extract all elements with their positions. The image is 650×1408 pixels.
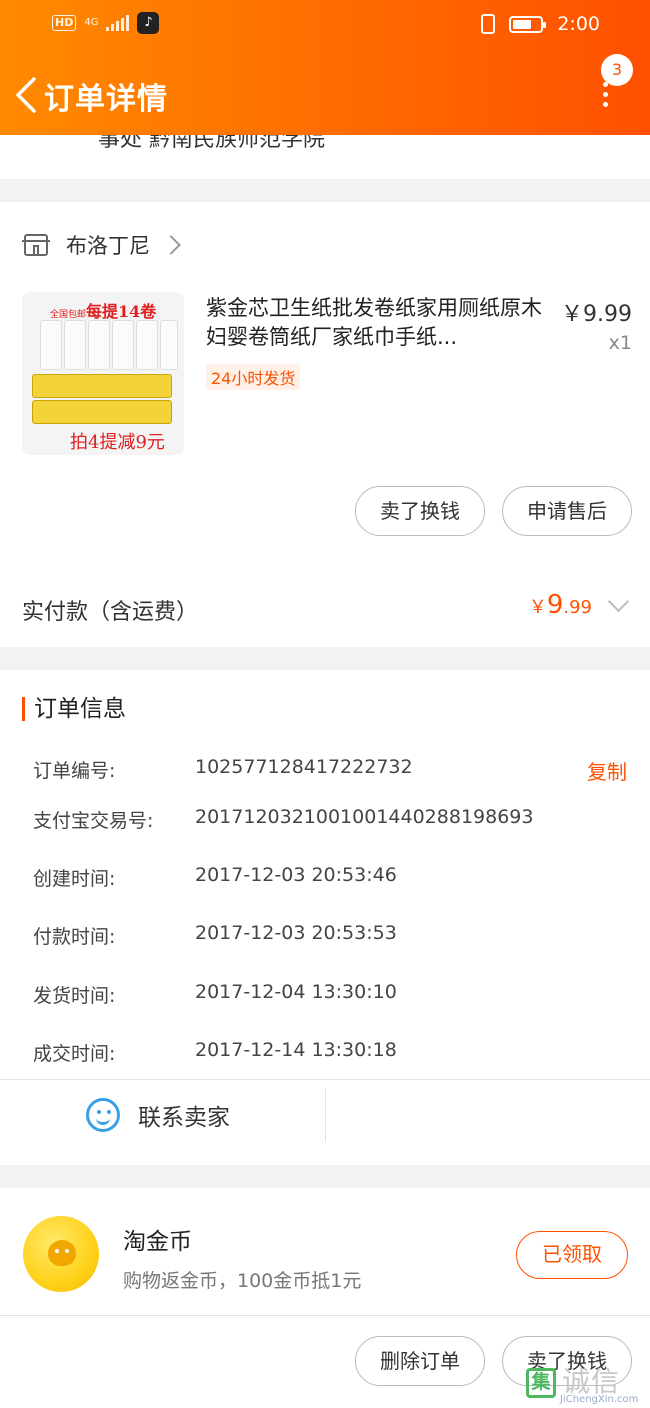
order-number-value: 102577128417222732: [195, 756, 413, 778]
product-price: ￥9.99: [561, 302, 632, 327]
request-aftersale-button[interactable]: 申请售后: [502, 486, 632, 536]
created-time-label: 创建时间:: [33, 868, 116, 890]
closed-time-label: 成交时间:: [33, 1043, 116, 1065]
more-menu-icon[interactable]: [595, 82, 615, 112]
contact-seller-label: 联系卖家: [138, 1105, 230, 1131]
claimed-button[interactable]: 已领取: [516, 1231, 628, 1279]
sell-for-cash-button[interactable]: 卖了换钱: [355, 486, 485, 536]
watermark-logo: 集 诚信 JiChengXin.com: [524, 1360, 646, 1406]
thumb-promo-bottom: 拍4提减9元: [70, 432, 165, 453]
vertical-divider: [325, 1088, 326, 1142]
paid-time-label: 付款时间:: [33, 926, 116, 948]
delete-order-button[interactable]: 删除订单: [355, 1336, 485, 1386]
order-info-section: 订单信息 订单编号: 102577128417222732 复制 支付宝交易号:…: [0, 670, 650, 1165]
contact-seller-button[interactable]: 联系卖家: [86, 1095, 230, 1135]
battery-icon: [509, 15, 547, 33]
address-text: 事处 黔南民族师范学院: [98, 135, 325, 152]
coins-subtitle: 购物返金币，100金币抵1元: [123, 1270, 362, 1292]
status-left: HD 4G ♪: [52, 12, 160, 34]
thumb-promo-top: 全国包邮每提14卷: [50, 302, 157, 321]
chevron-down-icon[interactable]: [607, 590, 630, 613]
status-right: 2:00: [481, 13, 600, 35]
coins-title: 淘金币: [123, 1229, 192, 1255]
shipping-tag: 24小时发货: [206, 364, 301, 390]
copy-order-number-button[interactable]: 复制: [587, 756, 627, 785]
section-title: 订单信息: [22, 696, 126, 722]
order-product-card: 布洛丁尼 全国包邮每提14卷 拍4提减9元 紫金芯卫生纸批发卷纸家用厕纸原木妇婴…: [0, 202, 650, 647]
product-title[interactable]: 紫金芯卫生纸批发卷纸家用厕纸原木妇婴卷筒纸厂家纸巾手纸...: [206, 294, 542, 352]
status-bar: HD 4G ♪ 2:00: [0, 0, 650, 50]
store-icon: [22, 234, 50, 256]
alipay-trade-label: 支付宝交易号:: [33, 810, 154, 832]
closed-time-value: 2017-12-14 13:30:18: [195, 1039, 397, 1061]
gold-coin-icon: [23, 1216, 99, 1292]
page-title: 订单详情: [44, 82, 168, 117]
hd-indicator: HD: [52, 15, 77, 31]
created-time-value: 2017-12-03 20:53:46: [195, 864, 397, 886]
signal-icon: [106, 15, 130, 31]
clock: 2:00: [557, 13, 600, 35]
chevron-right-icon: [161, 235, 181, 255]
back-icon[interactable]: [12, 75, 40, 115]
paid-amount-label: 实付款（含运费）: [22, 600, 199, 625]
divider: [0, 1315, 650, 1316]
top-bar: HD 4G ♪ 2:00 订单详情 3: [0, 0, 650, 135]
shop-link[interactable]: 布洛丁尼: [22, 230, 181, 260]
message-badge[interactable]: 3: [601, 54, 633, 86]
divider: [0, 1079, 650, 1080]
order-number-label: 订单编号:: [33, 760, 116, 782]
network-type: 4G: [84, 17, 99, 28]
shop-name: 布洛丁尼: [66, 234, 150, 258]
alipay-trade-value: 2017120321001001440288198693: [195, 806, 534, 828]
tiktok-icon: ♪: [137, 12, 160, 34]
paid-amount: ￥9.99: [528, 590, 592, 620]
chat-smile-icon: [86, 1098, 120, 1132]
vibrate-icon: [481, 14, 496, 34]
paid-time-value: 2017-12-03 20:53:53: [195, 922, 397, 944]
shipped-time-label: 发货时间:: [33, 985, 116, 1007]
shipped-time-value: 2017-12-04 13:30:10: [195, 981, 397, 1003]
address-section: 事处 黔南民族师范学院: [0, 135, 650, 179]
product-quantity: x1: [608, 332, 632, 354]
product-thumbnail[interactable]: 全国包邮每提14卷 拍4提减9元: [22, 292, 184, 455]
